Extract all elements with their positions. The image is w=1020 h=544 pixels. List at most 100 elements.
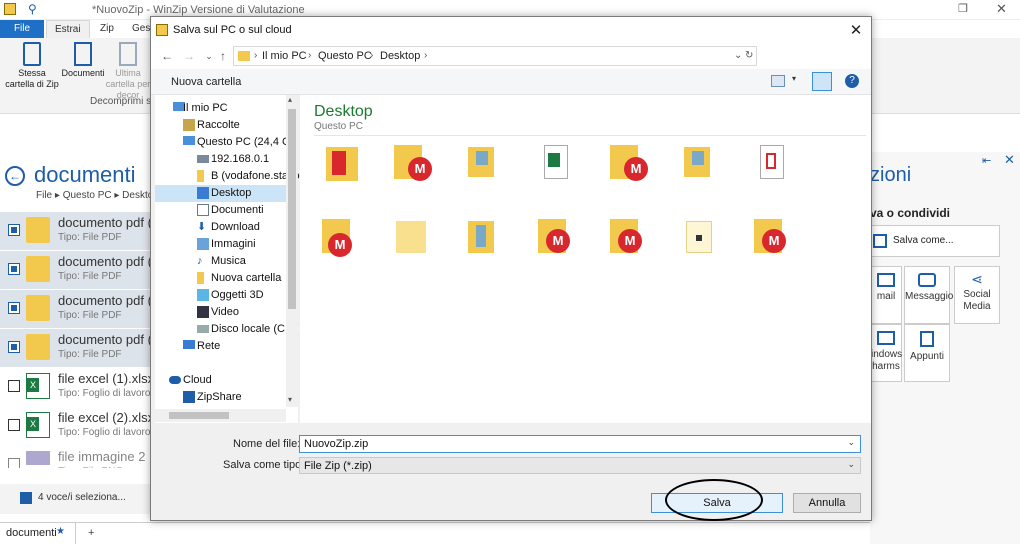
clipboard-tile[interactable]: Appunti	[904, 324, 950, 382]
image-folder-icon[interactable]	[462, 213, 510, 261]
up-arrow-icon[interactable]: ↑	[215, 48, 231, 64]
document-file-icon[interactable]	[678, 213, 726, 261]
help-icon[interactable]: ?	[845, 74, 859, 88]
tree-vertical-scrollbar[interactable]: ▴ ▾	[286, 95, 298, 407]
filename-input[interactable]: NuovoZip.zip ⌄	[299, 435, 861, 453]
chevron-down-icon[interactable]: ▾	[792, 74, 796, 83]
back-arrow-icon[interactable]: ←	[5, 166, 25, 186]
cancel-button[interactable]: Annulla	[793, 493, 861, 513]
list-item[interactable]: documento pdf (2 Tipo: File PDF	[0, 251, 159, 289]
tree-item-nuova-cartella[interactable]: Nuova cartella	[155, 270, 286, 287]
folder-icon	[119, 42, 137, 66]
back-arrow-icon[interactable]: ←	[159, 48, 175, 64]
list-item[interactable]: X file excel (2).xlsx Tipo: Foglio di la…	[0, 407, 159, 445]
restore-icon[interactable]: ❐	[958, 2, 968, 15]
chevron-down-icon[interactable]: ⌄	[734, 50, 742, 61]
checkbox[interactable]	[8, 263, 20, 275]
list-item[interactable]: documento pdf (1 Tipo: File PDF	[0, 212, 159, 250]
close-icon[interactable]: ✕	[996, 1, 1007, 17]
tree-item-disco-locale[interactable]: Disco locale (C:) (	[155, 321, 298, 338]
list-item[interactable]: documento pdf (3 Tipo: File PDF	[0, 290, 159, 328]
scroll-down-icon[interactable]: ▾	[288, 395, 292, 404]
scroll-up-icon[interactable]: ▴	[288, 95, 292, 104]
save-as-button[interactable]: Salva come...	[870, 225, 1000, 257]
tree-item-desktop[interactable]: Desktop	[155, 185, 286, 202]
tab-file[interactable]: File	[0, 20, 44, 38]
tab-estrai[interactable]: Estrai	[46, 20, 90, 38]
pin-icon[interactable]: ★	[56, 526, 65, 537]
mega-folder-icon[interactable]: M	[606, 213, 654, 261]
address-segment[interactable]: Desktop	[380, 50, 420, 62]
add-tab-button[interactable]: +	[88, 527, 94, 539]
tree-item-download[interactable]: ⬇ Download	[155, 219, 286, 236]
address-segment[interactable]: Questo PC	[318, 50, 372, 62]
zip-folder-icon[interactable]	[318, 139, 366, 187]
email-tile[interactable]: mail	[870, 266, 902, 324]
windows-charms-tile[interactable]: indows harms	[870, 324, 902, 382]
message-tile[interactable]: Messaggio	[904, 266, 953, 324]
checkbox[interactable]	[8, 380, 20, 392]
checkbox[interactable]	[8, 341, 20, 353]
mega-folder-icon[interactable]: M	[318, 213, 366, 261]
last-folder-button[interactable]: Ultima cartella per decor	[104, 42, 152, 101]
refresh-icon[interactable]: ↻	[745, 50, 753, 61]
scroll-thumb[interactable]	[169, 412, 229, 419]
pdf-file-icon[interactable]	[750, 139, 798, 187]
tree-item-zipshare[interactable]: ZipShare	[155, 389, 286, 406]
mega-folder-icon[interactable]: M	[534, 213, 582, 261]
preview-pane-icon[interactable]	[812, 72, 832, 91]
chevron-down-icon[interactable]: ⌄	[847, 437, 855, 448]
checkbox[interactable]	[8, 458, 20, 468]
tree-item-questo-pc[interactable]: Questo PC (24,4 GB l	[155, 134, 303, 151]
tree-item-b[interactable]: B (vodafone.statio	[155, 168, 300, 185]
address-segment[interactable]: Il mio PC	[262, 50, 307, 62]
location-title: Desktop	[314, 103, 373, 120]
tree-item-documenti[interactable]: Documenti	[155, 202, 286, 219]
drive-icon	[197, 325, 209, 333]
tree-item-video[interactable]: Video	[155, 304, 286, 321]
tab-documenti[interactable]: documenti ★	[0, 523, 76, 544]
mega-folder-icon[interactable]: M	[606, 139, 654, 187]
folder-icon[interactable]	[390, 213, 438, 261]
mega-folder-icon[interactable]: M	[750, 213, 798, 261]
tree-item-raccolte[interactable]: Raccolte	[155, 117, 286, 134]
list-item[interactable]: X file excel (1).xlsx Tipo: Foglio di la…	[0, 368, 159, 406]
list-item[interactable]: file immagine 2 .p Tipo: File PNG	[0, 446, 150, 468]
image-folder-icon[interactable]	[678, 139, 726, 187]
dialog-title: Salva sul PC o sul cloud	[173, 24, 292, 36]
close-icon[interactable]: ✕	[845, 21, 867, 41]
checkbox[interactable]	[8, 224, 20, 236]
window-title: *NuovoZip - WinZip Versione di Valutazio…	[92, 4, 305, 16]
same-folder-button[interactable]: Stessa cartella di Zip	[4, 42, 60, 90]
view-options-icon[interactable]	[771, 75, 785, 87]
chevron-down-icon[interactable]: ⌄	[847, 459, 855, 470]
breadcrumb[interactable]: File ▸ Questo PC ▸ Desktop	[36, 190, 159, 201]
checkbox[interactable]	[8, 419, 20, 431]
documents-button[interactable]: Documenti	[60, 42, 106, 79]
search-icon[interactable]: ⚲	[28, 2, 37, 16]
tree-item-oggetti-3d[interactable]: Oggetti 3D	[155, 287, 286, 304]
excel-file-icon[interactable]	[534, 139, 582, 187]
tab-zip[interactable]: Zip	[92, 20, 122, 38]
tree-item-network-drive[interactable]: 192.168.0.1	[155, 151, 286, 168]
tree-item-cloud[interactable]: Cloud	[155, 372, 286, 389]
filetype-select[interactable]: File Zip (*.zip) ⌄	[299, 457, 861, 474]
address-bar[interactable]: › Il mio PC › Questo PC › Desktop › ⌄ ↻	[233, 46, 757, 66]
forward-arrow-icon[interactable]: →	[181, 48, 197, 64]
checkbox[interactable]	[8, 302, 20, 314]
right-panel: ⇤ ✕ zioni va o condividi Salva come... m…	[870, 152, 1020, 544]
pin-icon[interactable]: ⇤	[982, 154, 991, 167]
image-folder-icon[interactable]	[462, 139, 510, 187]
scroll-thumb[interactable]	[288, 109, 296, 309]
social-media-tile[interactable]: ⋖ Social Media	[954, 266, 1000, 324]
tree-item-musica[interactable]: ♪ Musica	[155, 253, 286, 270]
tree-horizontal-scrollbar[interactable]	[155, 409, 286, 422]
dialog-titlebar: Salva sul PC o sul cloud ✕	[151, 17, 871, 45]
tree-item-il-mio-pc[interactable]: Il mio PC	[155, 100, 286, 117]
list-item[interactable]: documento pdf (4 Tipo: File PDF	[0, 329, 159, 367]
tree-item-immagini[interactable]: Immagini	[155, 236, 286, 253]
new-folder-button[interactable]: Nuova cartella	[171, 76, 241, 88]
tree-item-rete[interactable]: Rete	[155, 338, 286, 355]
mega-folder-icon[interactable]: M	[390, 139, 438, 187]
close-panel-icon[interactable]: ✕	[1004, 152, 1015, 168]
